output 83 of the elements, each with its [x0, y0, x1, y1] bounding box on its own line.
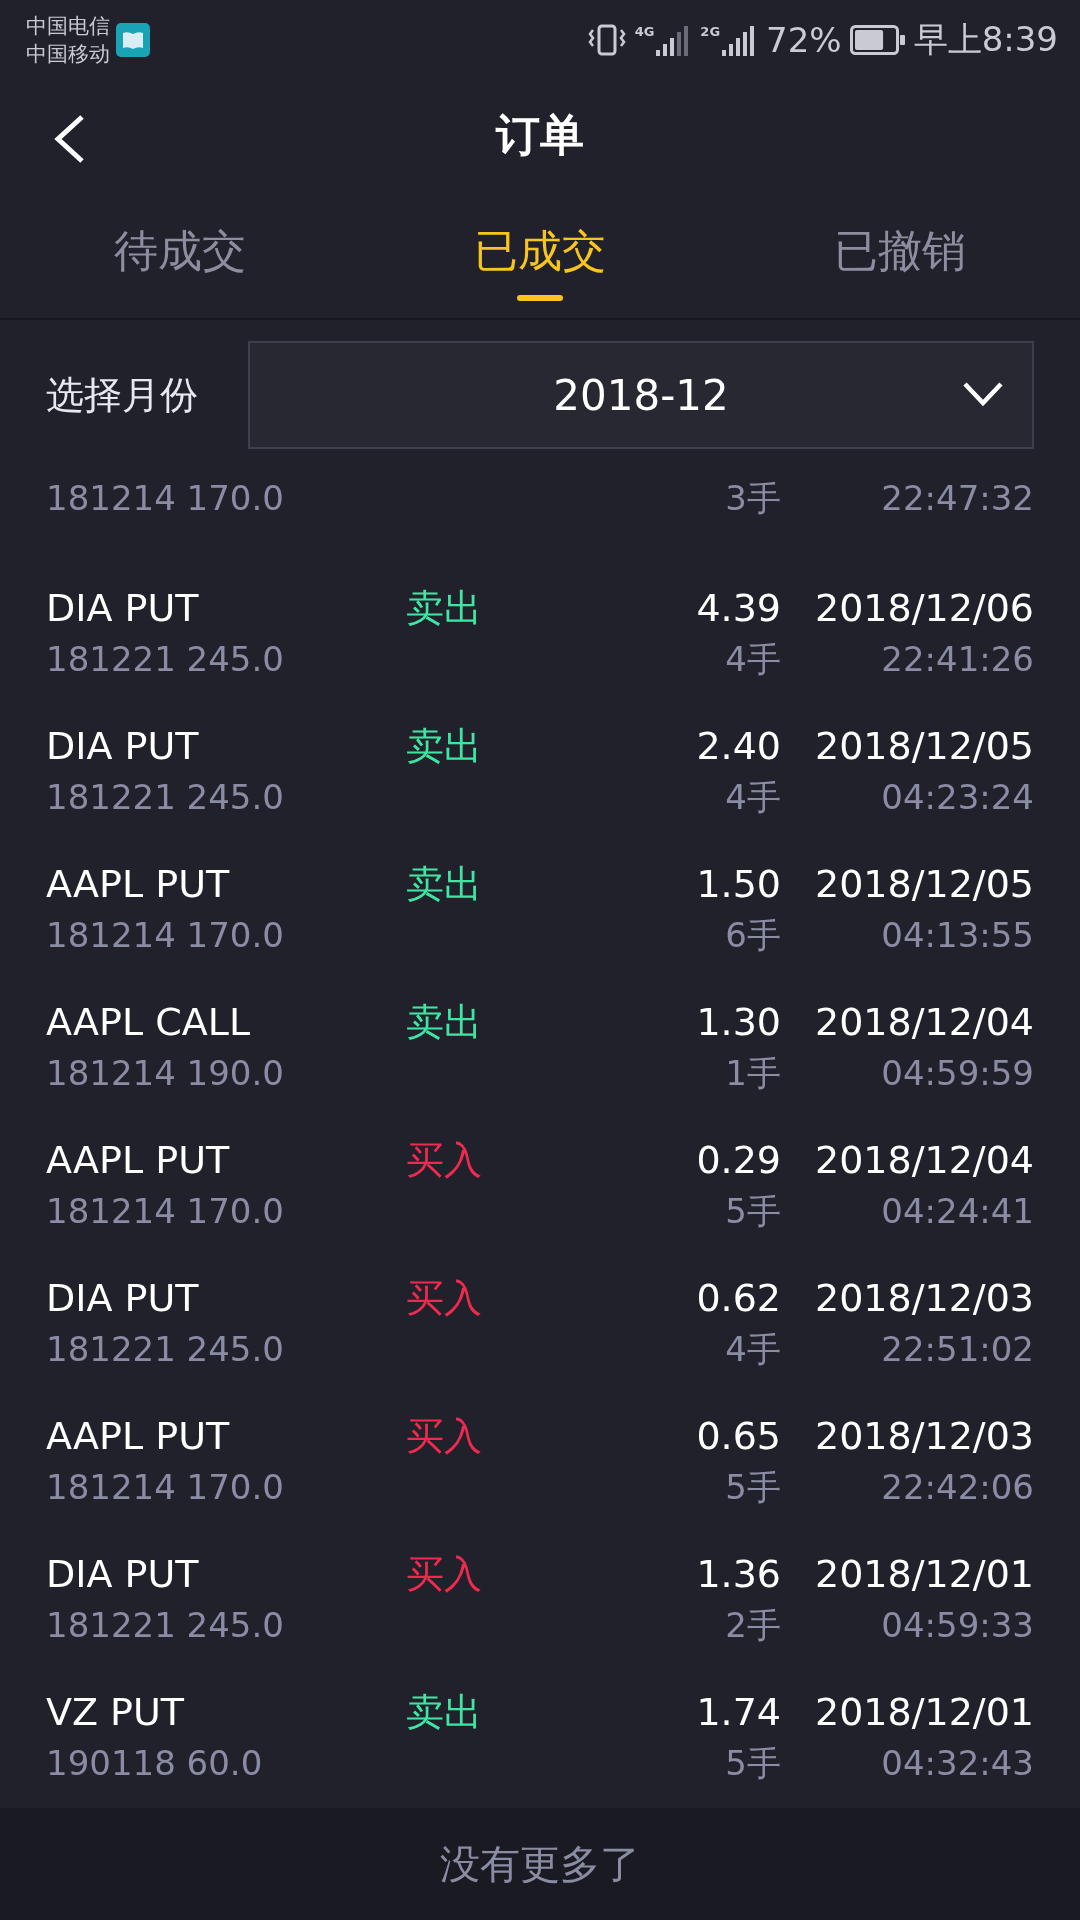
option-symbol: AAPL PUT — [46, 1137, 231, 1183]
order-time: 04:13:55 — [880, 914, 1034, 957]
order-date: 2018/12/01 — [813, 1551, 1034, 1597]
carrier-name: 中国移动 — [26, 41, 110, 68]
order-time: 04:59:33 — [880, 1604, 1034, 1647]
battery-icon — [849, 25, 906, 55]
contract-detail: 181214 190.0 — [46, 1052, 285, 1095]
fill-price: 4.39 — [695, 585, 781, 631]
month-dropdown[interactable]: 2018-12 — [248, 341, 1034, 449]
order-side: 买入 — [406, 1275, 483, 1321]
order-time: 22:47:32 — [880, 477, 1034, 520]
order-quantity: 5手 — [724, 1742, 781, 1785]
page-title: 订单 — [496, 107, 584, 162]
order-time: 04:59:59 — [880, 1052, 1034, 1095]
month-label: 选择月份 — [46, 371, 198, 419]
contract-detail: 181214 170.0 — [46, 1190, 285, 1233]
order-date: 2018/12/05 — [813, 723, 1034, 769]
order-side: 买入 — [406, 1413, 483, 1459]
order-side: 卖出 — [406, 999, 483, 1045]
order-side: 卖出 — [406, 585, 483, 631]
end-of-list-text: 没有更多了 — [440, 1839, 640, 1889]
fill-price: 0.62 — [695, 1275, 781, 1321]
fill-price: 1.50 — [695, 861, 781, 907]
fill-price: 0.29 — [695, 1137, 781, 1183]
carrier-name: 中国电信 — [26, 13, 110, 40]
network-label: 2G — [700, 24, 721, 39]
order-side: 卖出 — [406, 861, 483, 907]
order-quantity: 6手 — [724, 914, 781, 957]
clock-time: 早上8:39 — [913, 18, 1058, 61]
contract-detail: 181214 170.0 — [46, 1466, 285, 1509]
order-side: 买入 — [406, 1137, 483, 1183]
contract-detail: 181214 170.0 — [46, 914, 285, 957]
option-symbol: AAPL PUT — [46, 861, 231, 907]
order-time: 04:23:24 — [880, 776, 1034, 819]
order-quantity: 4手 — [724, 638, 781, 681]
network-label: 4G — [634, 24, 655, 39]
contract-detail: 181214 170.0 — [46, 477, 285, 520]
order-quantity: 2手 — [724, 1604, 781, 1647]
order-time: 22:41:26 — [880, 638, 1034, 681]
order-quantity: 4手 — [724, 776, 781, 819]
order-quantity: 4手 — [724, 1328, 781, 1371]
order-date: 2018/12/05 — [813, 861, 1034, 907]
caret-icon — [962, 381, 1004, 407]
fill-price: 0.65 — [695, 1413, 781, 1459]
fill-price: 1.36 — [695, 1551, 781, 1597]
contract-detail: 181221 245.0 — [46, 638, 285, 681]
contract-detail: 181221 245.0 — [46, 1604, 285, 1647]
contract-detail: 181221 245.0 — [46, 776, 285, 819]
option-symbol: DIA PUT — [46, 1275, 200, 1321]
option-symbol: AAPL CALL — [46, 999, 252, 1045]
contract-detail: 190118 60.0 — [46, 1742, 264, 1785]
order-quantity: 5手 — [724, 1466, 781, 1509]
order-quantity: 3手 — [724, 477, 781, 520]
order-date: 2018/12/04 — [813, 1137, 1034, 1183]
order-tab[interactable]: 已撤销 — [720, 204, 1080, 318]
order-tab[interactable]: 待成交 — [0, 204, 360, 318]
fill-price: 1.30 — [695, 999, 781, 1045]
order-date: 2018/12/04 — [813, 999, 1034, 1045]
order-quantity: 1手 — [724, 1052, 781, 1095]
order-time: 04:32:43 — [880, 1742, 1034, 1785]
option-symbol: AAPL PUT — [46, 1413, 231, 1459]
option-symbol: DIA PUT — [46, 585, 200, 631]
fill-price: 2.40 — [695, 723, 781, 769]
order-tab[interactable]: 已成交 — [360, 204, 720, 318]
order-date: 2018/12/03 — [813, 1413, 1034, 1459]
order-time: 22:42:06 — [880, 1466, 1034, 1509]
order-side: 卖出 — [406, 1689, 483, 1735]
vibrate-icon — [586, 22, 627, 58]
order-date: 2018/12/06 — [813, 585, 1034, 631]
order-quantity: 5手 — [724, 1190, 781, 1233]
option-symbol: DIA PUT — [46, 1551, 200, 1597]
order-date: 2018/12/01 — [813, 1689, 1034, 1735]
fill-price: 1.74 — [695, 1689, 781, 1735]
option-symbol: DIA PUT — [46, 723, 200, 769]
order-time: 04:24:41 — [880, 1190, 1034, 1233]
order-date: 2018/12/03 — [813, 1275, 1034, 1321]
order-side: 买入 — [406, 1551, 483, 1597]
book-icon — [116, 23, 150, 57]
battery-percent: 72% — [766, 20, 842, 60]
option-symbol: VZ PUT — [46, 1689, 186, 1735]
contract-detail: 181221 245.0 — [46, 1328, 285, 1371]
order-time: 22:51:02 — [880, 1328, 1034, 1371]
order-side: 卖出 — [406, 723, 483, 769]
